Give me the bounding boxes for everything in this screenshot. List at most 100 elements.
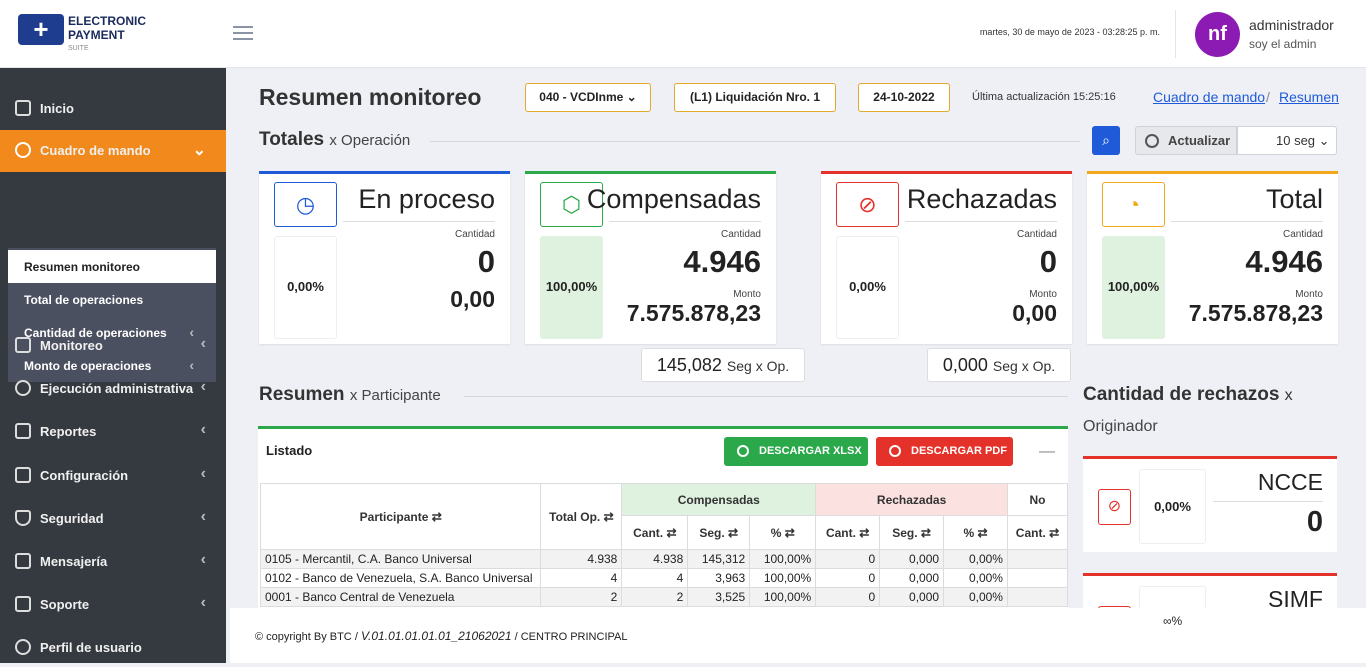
col-total-op[interactable]: Total Op. ⇄ bbox=[540, 483, 623, 550]
rechazos-subheading: Originador bbox=[1083, 418, 1158, 435]
pie-chart-icon: ◔ bbox=[1102, 182, 1165, 227]
sidebar-item-ejecucion[interactable]: Ejecución administrativa ‹ bbox=[0, 368, 226, 408]
card-percent: 0,00% bbox=[274, 236, 337, 339]
sort-icon: ⇄ bbox=[603, 509, 614, 524]
ban-icon: ⊘ bbox=[836, 182, 899, 227]
shield-icon bbox=[15, 510, 31, 526]
search-button[interactable]: ⌕ bbox=[1092, 126, 1120, 155]
sidebar-item-inicio[interactable]: Inicio bbox=[0, 88, 226, 128]
sidebar-item-monitoreo[interactable]: Monitoreo ‹ bbox=[0, 325, 226, 365]
card-percent: 100,00% bbox=[540, 236, 603, 339]
card-percent: 0,00% bbox=[1139, 469, 1206, 544]
cloud-download-icon bbox=[889, 445, 901, 457]
chevron-left-icon: ‹ bbox=[200, 335, 206, 352]
card-count-label: Cantidad bbox=[454, 229, 495, 240]
breadcrumb-separator: / bbox=[1266, 89, 1270, 105]
main-content: Resumen monitoreo 040 - VCDInme ⌄ (L1) L… bbox=[230, 68, 1366, 608]
card-percent: ∞% bbox=[1139, 586, 1206, 608]
col-participante[interactable]: Participante ⇄ bbox=[259, 483, 542, 550]
card-title: Compensadas bbox=[586, 184, 761, 214]
card-title: Rechazadas bbox=[906, 184, 1057, 214]
card-count: 0 bbox=[477, 244, 495, 279]
breadcrumb-cuadro[interactable]: Cuadro de mando bbox=[1153, 89, 1265, 105]
current-datetime: martes, 30 de mayo de 2023 - 03:28:25 p.… bbox=[979, 27, 1160, 37]
participants-table: Participante ⇄ Total Op. ⇄ Compensadas R… bbox=[259, 483, 1068, 607]
card-count-label: Cantidad bbox=[1282, 229, 1323, 240]
support-icon bbox=[15, 596, 31, 612]
card-count-label: Cantidad bbox=[720, 229, 761, 240]
card-compensadas: ⬡ Compensadas 100,00% Cantidad 4.946 Mon… bbox=[525, 171, 776, 344]
col-rech-cant[interactable]: Cant. ⇄ bbox=[815, 515, 881, 550]
menu-toggle-icon[interactable] bbox=[233, 26, 253, 40]
user-name[interactable]: administrador bbox=[1249, 17, 1334, 33]
sidebar-item-cuadro-de-mando[interactable]: Cuadro de mando ⌄ bbox=[0, 130, 226, 172]
col-rech-pct[interactable]: % ⇄ bbox=[943, 515, 1008, 550]
user-icon bbox=[15, 639, 31, 655]
sidebar-item-perfil[interactable]: Perfil de usuario bbox=[0, 627, 226, 667]
breadcrumb-resumen[interactable]: Resumen bbox=[1279, 89, 1339, 105]
rechazo-card-simf: ⊘ ∞% SIMF bbox=[1083, 573, 1337, 608]
avatar[interactable]: nf bbox=[1195, 12, 1240, 57]
page-title: Resumen monitoreo bbox=[259, 84, 482, 110]
card-count: 4.946 bbox=[1245, 244, 1323, 279]
col-comp-seg[interactable]: Seg. ⇄ bbox=[687, 515, 751, 550]
chevron-left-icon: ‹ bbox=[200, 508, 206, 525]
col-comp-pct[interactable]: % ⇄ bbox=[749, 515, 817, 550]
col-compensadas: Compensadas bbox=[621, 483, 817, 516]
resumen-heading: Resumen x Participante bbox=[259, 384, 441, 405]
search-icon: ⌕ bbox=[1102, 132, 1110, 148]
monitor-icon bbox=[15, 337, 31, 353]
footer-percent: ∞% bbox=[1163, 614, 1183, 628]
sidebar-item-soporte[interactable]: Soporte ‹ bbox=[0, 584, 226, 624]
download-xlsx-button[interactable]: DESCARGAR XLSX bbox=[724, 437, 868, 466]
mail-icon bbox=[15, 553, 31, 569]
collapse-icon[interactable]: — bbox=[1039, 443, 1055, 461]
participant-select[interactable]: 040 - VCDInme ⌄ bbox=[525, 83, 651, 112]
brand-logo[interactable]: + ELECTRONIC PAYMENT SUITE bbox=[18, 13, 158, 57]
card-amount: 7.575.878,23 bbox=[1188, 300, 1323, 326]
divider bbox=[1175, 10, 1176, 58]
refresh-button[interactable]: Actualizar bbox=[1135, 126, 1237, 155]
card-percent: 100,00% bbox=[1102, 236, 1165, 339]
col-next: No bbox=[1006, 483, 1068, 516]
sidebar-item-configuracion[interactable]: Configuración ‹ bbox=[0, 455, 226, 495]
rechazos-heading: Cantidad de rechazos x bbox=[1083, 384, 1293, 405]
sidebar-item-reportes[interactable]: Reportes ‹ bbox=[0, 411, 226, 451]
card-title: NCCE bbox=[1257, 469, 1323, 495]
date-filter[interactable]: 24-10-2022 bbox=[858, 83, 950, 112]
footer: © copyright By BTC / V.01.01.01.01.01_21… bbox=[230, 608, 1366, 663]
card-count: 4.946 bbox=[683, 244, 761, 279]
logo-mark-icon: + bbox=[18, 14, 64, 45]
card-percent: 0,00% bbox=[836, 236, 899, 339]
listado-panel: Listado DESCARGAR XLSX DESCARGAR PDF — P… bbox=[258, 426, 1068, 608]
panel-title: Listado bbox=[266, 443, 313, 458]
brand-suite: SUITE bbox=[68, 45, 89, 52]
user-role: soy el admin bbox=[1249, 37, 1317, 51]
ban-icon: ⊘ bbox=[1098, 489, 1131, 525]
footer-copyright: © copyright By BTC / V.01.01.01.01.01_21… bbox=[255, 629, 628, 643]
table-row[interactable]: 0001 - Banco Central de Venezuela 2 2 3,525… bbox=[259, 587, 1068, 607]
table-row[interactable]: 0105 - Mercantil, C.A. Banco Universal 4.… bbox=[259, 549, 1068, 569]
col-rechazadas: Rechazadas bbox=[815, 483, 1008, 516]
submenu-item-resumen-monitoreo[interactable]: Resumen monitoreo bbox=[8, 250, 216, 283]
submenu-item-total-operaciones[interactable]: Total de operaciones bbox=[8, 283, 216, 316]
col-rech-seg[interactable]: Seg. ⇄ bbox=[879, 515, 945, 550]
clock-icon bbox=[1145, 134, 1159, 148]
clock-icon: ◷ bbox=[274, 182, 337, 227]
card-amount: 0,00 bbox=[1012, 300, 1057, 326]
table-row[interactable]: 0102 - Banco de Venezuela, S.A. Banco Un… bbox=[259, 568, 1068, 588]
totales-heading: Totales x Operación bbox=[259, 129, 411, 150]
refresh-interval-select[interactable]: 10 seg ⌄ bbox=[1237, 126, 1337, 155]
sidebar-item-seguridad[interactable]: Seguridad ‹ bbox=[0, 498, 226, 538]
pie-chart-icon bbox=[15, 142, 31, 158]
card-count: 0 bbox=[1039, 244, 1057, 279]
sidebar-item-mensajeria[interactable]: Mensajería ‹ bbox=[0, 541, 226, 581]
settlement-filter[interactable]: (L1) Liquidación Nro. 1 bbox=[674, 83, 836, 112]
gear-icon bbox=[15, 380, 31, 396]
col-comp-cant[interactable]: Cant. ⇄ bbox=[621, 515, 689, 550]
card-title: Total bbox=[1265, 184, 1323, 214]
col-next-cant[interactable]: Cant. ⇄ bbox=[1006, 515, 1068, 550]
download-pdf-button[interactable]: DESCARGAR PDF bbox=[876, 437, 1013, 466]
sidebar: Inicio Cuadro de mando ⌄ Resumen monitore… bbox=[0, 68, 226, 663]
chevron-left-icon: ‹ bbox=[200, 378, 206, 395]
